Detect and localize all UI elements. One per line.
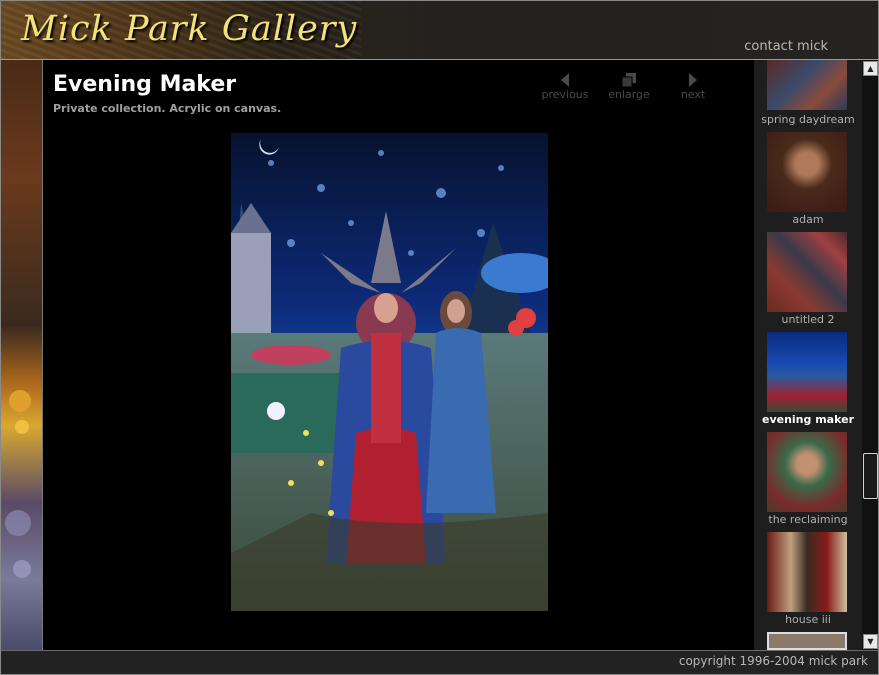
site-logo[interactable]: Mick Park Gallery xyxy=(21,9,357,49)
thumbnail-label: the reclaiming xyxy=(768,513,848,526)
thumbnail-image xyxy=(767,332,847,412)
previous-label: previous xyxy=(541,88,589,101)
artwork-viewer: Evening Maker Private collection. Acryli… xyxy=(43,60,754,650)
thumbnail-image xyxy=(767,632,847,650)
thumbnail-label: house iii xyxy=(785,613,831,626)
decorative-side-strip xyxy=(1,60,43,650)
triangle-right-icon xyxy=(689,73,697,87)
thumbnail-label: spring daydream xyxy=(761,113,855,126)
thumbnail-list[interactable]: spring daydream adam untitled 2 evening … xyxy=(754,60,862,650)
thumbnail-label: adam xyxy=(792,213,824,226)
enlarge-label: enlarge xyxy=(608,88,650,101)
artwork-title: Evening Maker xyxy=(53,72,237,97)
artwork-caption: Private collection. Acrylic on canvas. xyxy=(53,102,282,115)
header: Mick Park Gallery contact mick xyxy=(1,1,878,60)
gallery-window: Mick Park Gallery contact mick Evening M… xyxy=(0,0,879,675)
thumbnail-image xyxy=(767,60,847,110)
triangle-up-icon: ▲ xyxy=(867,64,874,73)
thumbnail-image xyxy=(767,432,847,512)
scroll-up-button[interactable]: ▲ xyxy=(863,61,878,76)
scrollbar-thumb[interactable] xyxy=(863,453,878,499)
scroll-down-button[interactable]: ▼ xyxy=(863,634,878,649)
footer: copyright 1996-2004 mick park xyxy=(1,650,878,674)
thumbnail-image xyxy=(767,532,847,612)
painting-image[interactable] xyxy=(231,133,548,611)
enlarge-button[interactable]: enlarge xyxy=(599,72,659,101)
previous-button[interactable]: previous xyxy=(535,72,595,101)
thumbnail-image xyxy=(767,132,847,212)
thumbnail-label: untitled 2 xyxy=(781,313,835,326)
copyright-text: copyright 1996-2004 mick park xyxy=(678,654,868,668)
triangle-left-icon xyxy=(561,73,569,87)
thumbnail-label: evening maker xyxy=(761,413,855,426)
thumbnail-image xyxy=(767,232,847,312)
next-button[interactable]: next xyxy=(663,72,723,101)
triangle-down-icon: ▼ xyxy=(867,637,874,646)
enlarge-icon xyxy=(621,73,636,88)
contact-link[interactable]: contact mick xyxy=(744,39,828,54)
next-label: next xyxy=(680,88,706,101)
thumbnail-scrollbar[interactable]: ▲ ▼ xyxy=(862,60,878,650)
